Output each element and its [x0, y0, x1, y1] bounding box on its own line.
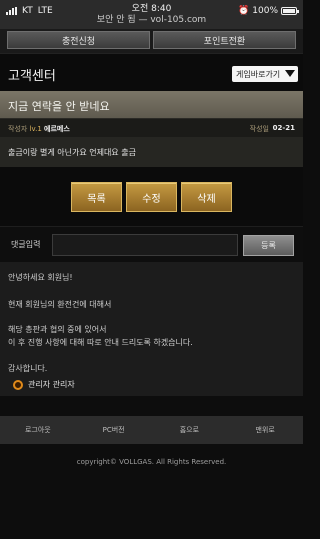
post-meta: 작성자 lv.1 에르메스 작성일 02-21	[0, 119, 303, 137]
top-link[interactable]: 맨위로	[227, 416, 303, 444]
author-level: lv.1	[29, 125, 42, 133]
reply-line: 해당 총판과 협의 중에 있어서	[8, 325, 107, 334]
game-shortcut-select[interactable]: 게임바로가기	[232, 66, 298, 82]
author-label: 작성자	[8, 125, 28, 133]
home-link[interactable]: 홈으로	[152, 416, 228, 444]
post-box: 지금 연락을 안 받네요 작성자 lv.1 에르메스 작성일 02-21 출금이…	[0, 91, 303, 167]
admin-ring-icon	[13, 379, 23, 390]
comment-input[interactable]	[52, 234, 238, 256]
battery-icon	[281, 7, 299, 15]
post-body-text: 출금이랑 별게 아닌가요 언제대요 출금	[8, 148, 136, 157]
charge-request-button[interactable]: 충전신청	[7, 31, 150, 49]
site-label: 보안 안 됨 — vol-105.com	[96, 15, 207, 25]
reply-line: 이 후 진행 사항에 대해 따로 안내 드리도록 하겠습니다.	[8, 338, 193, 347]
title-bar: 고객센터 게임바로가기	[0, 53, 303, 91]
action-buttons: 목록 수정 삭제	[0, 167, 303, 226]
reply-line: 안녕하세요 회원님!	[8, 273, 73, 282]
reply-line: 감사합니다.	[8, 364, 48, 373]
reply-area: 안녕하세요 회원님! 현재 회원님의 환전건에 대해서 해당 총판과 협의 중에…	[0, 262, 303, 396]
reply-author: 관리자 관리자	[13, 379, 75, 390]
reply-line: 현재 회원님의 환전건에 대해서	[8, 300, 112, 309]
logout-link[interactable]: 로그아웃	[0, 416, 76, 444]
reply-author-name: 관리자 관리자	[28, 380, 75, 389]
game-shortcut-label: 게임바로가기	[236, 69, 281, 79]
top-tabs: 충전신청 포인트전환	[0, 29, 303, 53]
delete-button[interactable]: 삭제	[181, 182, 232, 212]
post-title-row: 지금 연락을 안 받네요	[0, 91, 303, 119]
point-convert-button[interactable]: 포인트전환	[153, 31, 296, 49]
status-right: ⏰ 100%	[238, 6, 299, 16]
status-bar: KT LTE 오전 8:40 보안 안 됨 — vol-105.com ⏰ 10…	[0, 0, 303, 29]
date-label: 작성일	[249, 125, 269, 133]
date-value: 02-21	[272, 124, 295, 132]
pc-version-link[interactable]: PC버전	[76, 416, 152, 444]
author-meta: 작성자 lv.1 에르메스	[8, 124, 70, 134]
copyright: copyright© VOLLGAS. All Rights Reserved.	[76, 458, 227, 466]
edit-button[interactable]: 수정	[126, 182, 177, 212]
chevron-down-icon	[285, 70, 295, 77]
post-title: 지금 연락을 안 받네요	[8, 100, 110, 113]
register-button[interactable]: 등록	[243, 235, 294, 256]
comment-label: 댓글입력	[11, 240, 41, 249]
post-body: 출금이랑 별게 아닌가요 언제대요 출금	[0, 137, 303, 167]
list-button[interactable]: 목록	[71, 182, 122, 212]
battery-percent: 100%	[252, 6, 278, 16]
comment-area: 댓글입력 등록	[0, 226, 303, 262]
author-name: 에르메스	[44, 125, 70, 133]
alarm-icon: ⏰	[238, 6, 250, 16]
page-title: 고객센터	[8, 69, 56, 84]
footer-nav: 로그아웃 PC버전 홈으로 맨위로	[0, 416, 303, 444]
